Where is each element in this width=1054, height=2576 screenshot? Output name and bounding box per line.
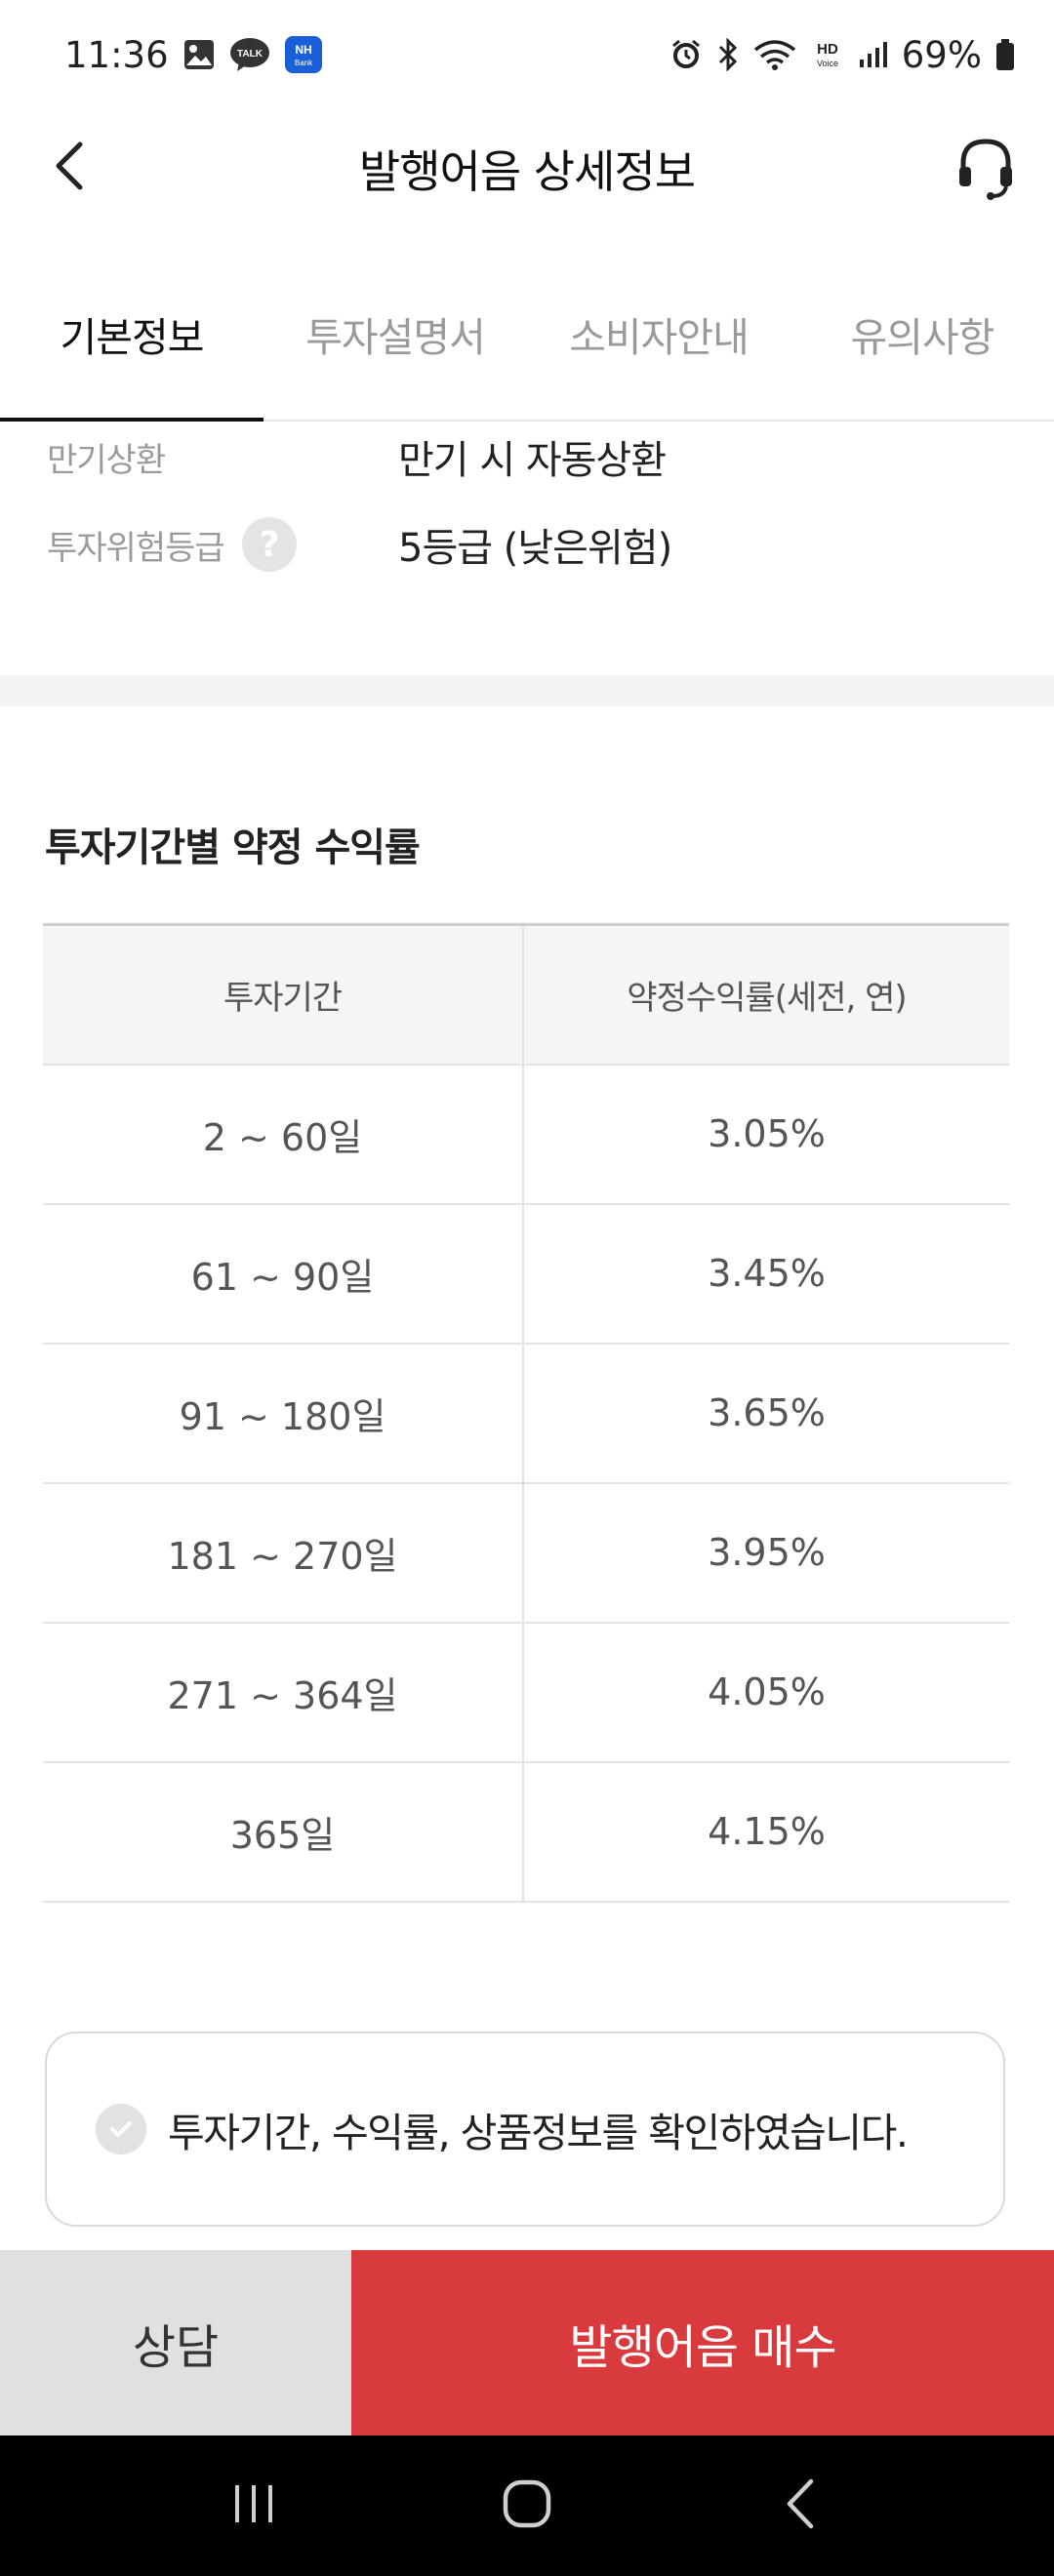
hd-voice-icon: HD Voice [810, 38, 845, 71]
talk-badge-text: TALK [237, 49, 264, 60]
confirm-checkbox[interactable]: 투자기간, 수익률, 상품정보를 확인하였습니다. [45, 2032, 1005, 2227]
header-period: 투자기간 [43, 924, 524, 1066]
wifi-icon [753, 38, 796, 71]
consult-button[interactable]: 상담 [0, 2250, 351, 2435]
app-root: 11:36 TALK NH Bank HD Voice 69% 발행어음 상세정… [0, 0, 1054, 2576]
maturity-value: 만기 시 자동상환 [398, 438, 667, 483]
rate-cell: 3.95% [523, 1482, 1009, 1624]
risk-grade-label: 투자위험등급 [47, 528, 225, 568]
help-icon[interactable]: ? [241, 517, 297, 572]
back-arrow-icon [784, 2477, 817, 2534]
table-row: 365일 4.15% [43, 1761, 1009, 1903]
battery-icon [995, 38, 1015, 71]
voice-label-text: Voice [817, 59, 838, 68]
rate-cell: 3.45% [523, 1203, 1009, 1345]
status-time: 11:36 [64, 33, 169, 76]
customer-support-button[interactable] [949, 133, 1023, 207]
tab-precautions[interactable]: 유의사항 [790, 304, 1054, 363]
period-cell: 91 ~ 180일 [43, 1343, 524, 1484]
rate-cell: 3.65% [523, 1343, 1009, 1484]
battery-percent: 69% [901, 33, 982, 76]
period-cell: 61 ~ 90일 [43, 1203, 524, 1345]
risk-grade-row: 투자위험등급 ? 5등급 (낮은위험) [47, 515, 1007, 574]
product-info: 만기상환 만기 시 자동상환 투자위험등급 ? 5등급 (낮은위험) [0, 422, 1054, 675]
page-title: 발행어음 상세정보 [358, 145, 696, 198]
hd-label-text: HD [817, 41, 838, 58]
status-right: HD Voice 69% [669, 34, 1015, 76]
risk-grade-label-group: 투자위험등급 ? [47, 517, 398, 572]
tab-consumer-guide[interactable]: 소비자안내 [527, 304, 790, 363]
section-divider [0, 675, 1054, 706]
table-row: 271 ~ 364일 4.05% [43, 1622, 1009, 1763]
app-header: 발행어음 상세정보 [0, 109, 1054, 226]
home-button[interactable] [468, 2457, 586, 2555]
system-back-button[interactable] [742, 2457, 859, 2555]
nh-badge-text: NH [295, 43, 311, 57]
table-row: 61 ~ 90일 3.45% [43, 1203, 1009, 1345]
period-cell: 2 ~ 60일 [43, 1064, 524, 1205]
tab-bar: 기본정보 투자설명서 소비자안내 유의사항 [0, 283, 1054, 422]
rate-cell: 4.05% [523, 1622, 1009, 1763]
buy-button[interactable]: 발행어음 매수 [351, 2250, 1054, 2435]
nh-badge-sub-text: Bank [295, 59, 313, 67]
signal-icon [859, 40, 888, 69]
header-rate: 약정수익률(세전, 연) [523, 924, 1009, 1066]
gallery-icon [182, 38, 216, 71]
status-left: 11:36 TALK NH Bank [64, 34, 323, 76]
rate-cell: 4.15% [523, 1761, 1009, 1903]
period-cell: 181 ~ 270일 [43, 1482, 524, 1624]
checkmark-icon [96, 2104, 146, 2154]
recent-apps-button[interactable] [195, 2457, 312, 2555]
system-nav-bar [0, 2435, 1054, 2576]
bottom-action-bar: 상담 발행어음 매수 [0, 2250, 1054, 2435]
tab-investment-prospectus[interactable]: 투자설명서 [264, 304, 527, 363]
table-row: 91 ~ 180일 3.65% [43, 1343, 1009, 1484]
bluetooth-icon [716, 38, 740, 71]
maturity-label: 만기상환 [47, 440, 166, 480]
rate-cell: 3.05% [523, 1064, 1009, 1205]
headset-icon [955, 134, 1016, 206]
talk-icon: TALK [229, 37, 270, 72]
table-row: 2 ~ 60일 3.05% [43, 1064, 1009, 1205]
tab-basic-info[interactable]: 기본정보 [0, 304, 264, 363]
recent-apps-icon [229, 2481, 278, 2530]
home-icon [502, 2478, 552, 2533]
table-row: 181 ~ 270일 3.95% [43, 1482, 1009, 1624]
table-header-row: 투자기간 약정수익률(세전, 연) [43, 924, 1009, 1066]
alarm-icon [669, 38, 703, 71]
period-cell: 271 ~ 364일 [43, 1622, 524, 1763]
rate-table: 투자기간 약정수익률(세전, 연) 2 ~ 60일 3.05% 61 ~ 90일… [43, 923, 1009, 1903]
confirm-text: 투자기간, 수익률, 상품정보를 확인하였습니다. [168, 2110, 909, 2156]
section-title: 투자기간별 약정 수익률 [45, 825, 421, 870]
maturity-row: 만기상환 만기 시 자동상환 [47, 427, 1007, 486]
status-bar: 11:36 TALK NH Bank HD Voice 69% [0, 0, 1054, 109]
period-cell: 365일 [43, 1761, 524, 1903]
nh-bank-icon: NH Bank [284, 35, 323, 74]
risk-grade-value: 5등급 (낮은위험) [398, 526, 672, 571]
